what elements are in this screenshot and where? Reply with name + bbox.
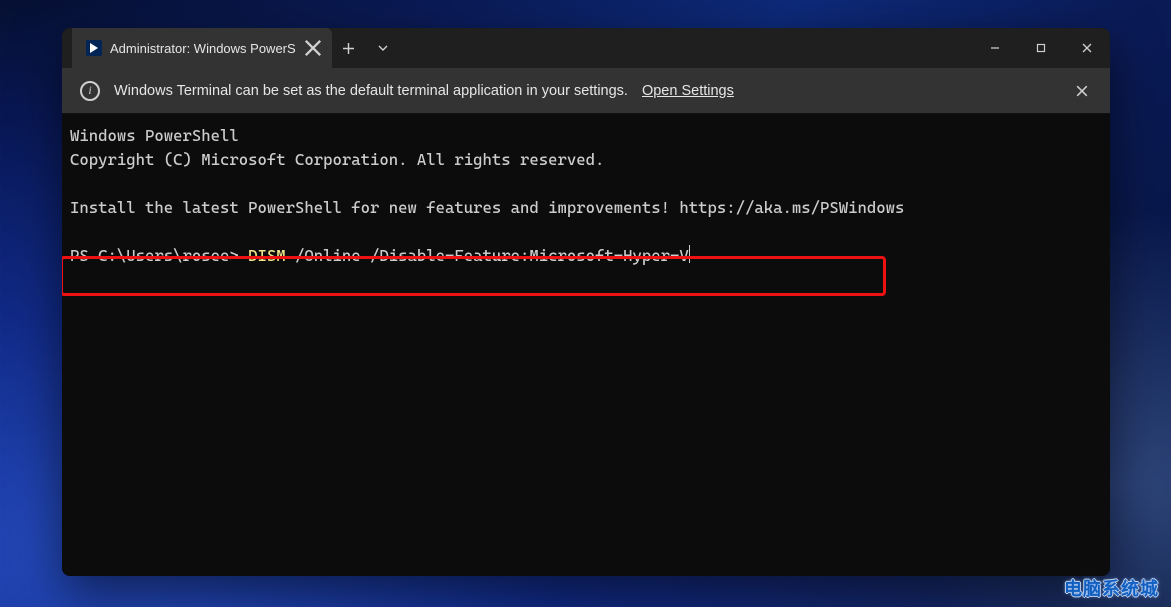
tab-title: Administrator: Windows PowerS	[110, 41, 296, 56]
new-tab-button[interactable]	[332, 28, 366, 68]
tab-powershell[interactable]: Administrator: Windows PowerS	[72, 28, 332, 68]
tab-dropdown-button[interactable]	[366, 28, 400, 68]
command-args: /Online /Disable-Feature:Microsoft-Hyper…	[286, 246, 689, 265]
titlebar-rest	[332, 28, 1110, 68]
titlebar: Administrator: Windows PowerS	[62, 28, 1110, 68]
output-line: Install the latest PowerShell for new fe…	[70, 198, 904, 217]
minimize-button[interactable]	[972, 28, 1018, 68]
command-keyword: DISM	[248, 246, 286, 265]
powershell-icon	[86, 40, 102, 56]
watermark: 电脑系统城	[1064, 575, 1159, 601]
window-controls	[972, 28, 1110, 68]
info-icon: i	[80, 81, 100, 101]
text-cursor	[689, 245, 690, 263]
prompt-prefix: PS C:\Users\rosee>	[70, 246, 248, 265]
maximize-button[interactable]	[1018, 28, 1064, 68]
output-line: Copyright (C) Microsoft Corporation. All…	[70, 150, 604, 169]
close-window-button[interactable]	[1064, 28, 1110, 68]
terminal-pane[interactable]: Windows PowerShell Copyright (C) Microso…	[62, 114, 1110, 576]
output-line: Windows PowerShell	[70, 126, 239, 145]
terminal-window: Administrator: Windows PowerS	[62, 28, 1110, 576]
info-bar: i Windows Terminal can be set as the def…	[62, 68, 1110, 114]
open-settings-link[interactable]: Open Settings	[642, 83, 734, 99]
dismiss-info-button[interactable]	[1072, 81, 1092, 101]
info-message: Windows Terminal can be set as the defau…	[114, 83, 628, 99]
close-tab-button[interactable]	[304, 39, 322, 57]
